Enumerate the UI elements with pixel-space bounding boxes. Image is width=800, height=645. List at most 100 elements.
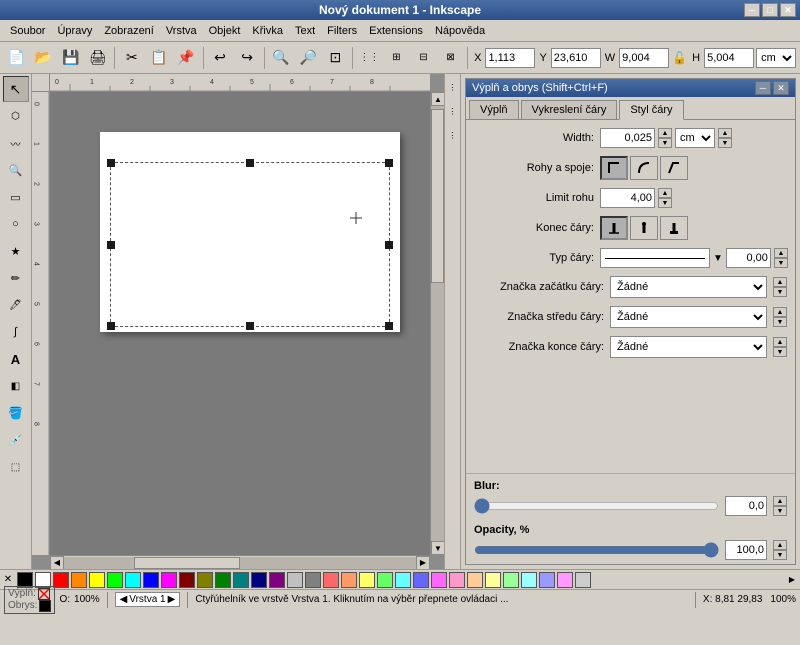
scrollbar-right[interactable]: ▲ ▼	[430, 92, 444, 555]
unit-select[interactable]: cm mm px	[756, 48, 796, 68]
width-input[interactable]	[600, 128, 655, 148]
undo-button[interactable]: ↩	[207, 45, 232, 71]
swatch-gray[interactable]	[305, 572, 321, 588]
canvas[interactable]	[50, 92, 430, 555]
save-button[interactable]: 💾	[58, 45, 83, 71]
eyedropper-tool-btn[interactable]: 💉	[3, 427, 29, 453]
new-button[interactable]: 📄	[4, 45, 29, 71]
copy-button[interactable]: 📋	[146, 45, 171, 71]
swatch-purple[interactable]	[269, 572, 285, 588]
cut-button[interactable]: ✂	[119, 45, 144, 71]
marker-start-select[interactable]: Žádné	[610, 276, 767, 298]
tab-styl[interactable]: Styl čáry	[619, 100, 683, 120]
menu-napoveda[interactable]: Nápověda	[429, 23, 491, 39]
pen-tool-btn[interactable]: 🖊	[3, 292, 29, 318]
scrollbar-bottom[interactable]: ◀ ▶	[50, 555, 430, 569]
zoom-out-button[interactable]: 🔎	[296, 45, 321, 71]
marker-mid-select[interactable]: Žádné	[610, 306, 767, 328]
swatch-olive[interactable]	[197, 572, 213, 588]
corner-miter-btn[interactable]	[600, 156, 628, 180]
mm-up[interactable]: ▲	[773, 307, 787, 317]
handle-mid-left[interactable]	[107, 241, 115, 249]
swatch-lightyellow[interactable]	[359, 572, 375, 588]
blur-slider[interactable]	[474, 499, 719, 513]
zoom-tool-btn[interactable]: 🔍	[3, 157, 29, 183]
blur-down[interactable]: ▼	[773, 506, 787, 516]
width-unit-select[interactable]: cm mm px	[675, 128, 715, 148]
width-up[interactable]: ▲	[658, 128, 672, 138]
limit-input[interactable]	[600, 188, 655, 208]
swatch-lightaqua[interactable]	[521, 572, 537, 588]
tab-vykresleni[interactable]: Vykreslení čáry	[521, 100, 618, 119]
minimize-button[interactable]: ─	[744, 3, 760, 17]
me-up[interactable]: ▲	[773, 337, 787, 347]
swatch-silver[interactable]	[287, 572, 303, 588]
menu-soubor[interactable]: Soubor	[4, 23, 51, 39]
handle-bottom-right[interactable]	[385, 322, 393, 330]
opacity-slider[interactable]	[474, 543, 719, 557]
close-button[interactable]: ✕	[780, 3, 796, 17]
swatch-lightgreen[interactable]	[377, 572, 393, 588]
swatch-peach[interactable]	[467, 572, 483, 588]
redo-button[interactable]: ↪	[235, 45, 260, 71]
mm-down[interactable]: ▼	[773, 317, 787, 327]
corner-round-btn[interactable]	[630, 156, 658, 180]
calligraphy-tool-btn[interactable]: ∫	[3, 319, 29, 345]
dropdown-arrow[interactable]: ▼	[713, 253, 723, 264]
swatch-lightgray[interactable]	[575, 572, 591, 588]
menu-objekt[interactable]: Objekt	[203, 23, 247, 39]
snap-btn3[interactable]: ⊟	[411, 45, 436, 71]
swatch-lightorange[interactable]	[341, 572, 357, 588]
limit-down[interactable]: ▼	[658, 198, 672, 208]
y-input[interactable]	[551, 48, 601, 68]
snap-btn2[interactable]: ⊞	[384, 45, 409, 71]
swatch-teal[interactable]	[233, 572, 249, 588]
opacity-up[interactable]: ▲	[773, 540, 787, 550]
maximize-button[interactable]: □	[762, 3, 778, 17]
blur-value-input[interactable]	[725, 496, 767, 516]
menu-filters[interactable]: Filters	[321, 23, 363, 39]
unit-down[interactable]: ▼	[718, 138, 732, 148]
swatch-lightblue[interactable]	[413, 572, 429, 588]
scroll-up-btn[interactable]: ▲	[431, 92, 444, 106]
rt-btn-1[interactable]: ⋮	[446, 76, 460, 98]
swatch-periwinkle[interactable]	[539, 572, 555, 588]
corner-bevel-btn[interactable]	[660, 156, 688, 180]
swatch-darkred[interactable]	[179, 572, 195, 588]
rt-btn-2[interactable]: ⋮	[446, 100, 460, 122]
layer-arrow-left[interactable]: ◀	[120, 594, 128, 605]
open-button[interactable]: 📂	[31, 45, 56, 71]
me-down[interactable]: ▼	[773, 347, 787, 357]
opacity-value-input[interactable]	[725, 540, 767, 560]
layer-arrow-right[interactable]: ▶	[168, 594, 176, 605]
h-input[interactable]	[704, 48, 754, 68]
ms-down[interactable]: ▼	[773, 287, 787, 297]
gradient-tool-btn[interactable]: ◧	[3, 373, 29, 399]
swatch-lightmagenta[interactable]	[431, 572, 447, 588]
menu-zobrazeni[interactable]: Zobrazení	[98, 23, 160, 39]
menu-vrstva[interactable]: Vrstva	[160, 23, 203, 39]
palette-scroll-right[interactable]: ▶	[784, 570, 800, 590]
menu-text[interactable]: Text	[289, 23, 321, 39]
cap-butt-btn[interactable]	[600, 216, 628, 240]
connector-tool-btn[interactable]: ⬚	[3, 454, 29, 480]
selected-rectangle[interactable]	[110, 162, 390, 327]
handle-bottom-left[interactable]	[107, 322, 115, 330]
swatch-cream[interactable]	[485, 572, 501, 588]
node-tool-btn[interactable]: ⬡	[3, 103, 29, 129]
cap-square-btn[interactable]	[660, 216, 688, 240]
snap-btn4[interactable]: ⊠	[438, 45, 463, 71]
scroll-left-btn[interactable]: ◀	[50, 556, 64, 570]
handle-bottom-mid[interactable]	[246, 322, 254, 330]
swatch-mint[interactable]	[503, 572, 519, 588]
limit-up[interactable]: ▲	[658, 188, 672, 198]
snap-btn1[interactable]: ⋮⋮	[357, 45, 382, 71]
pencil-tool-btn[interactable]: ✏	[3, 265, 29, 291]
lock-icon[interactable]: 🔓	[672, 51, 687, 65]
width-down[interactable]: ▼	[658, 138, 672, 148]
line-type-select[interactable]	[600, 248, 710, 268]
zoom-fit-button[interactable]: ⊡	[323, 45, 348, 71]
swatch-navy[interactable]	[251, 572, 267, 588]
text-tool-btn[interactable]: A	[3, 346, 29, 372]
ms-up[interactable]: ▲	[773, 277, 787, 287]
